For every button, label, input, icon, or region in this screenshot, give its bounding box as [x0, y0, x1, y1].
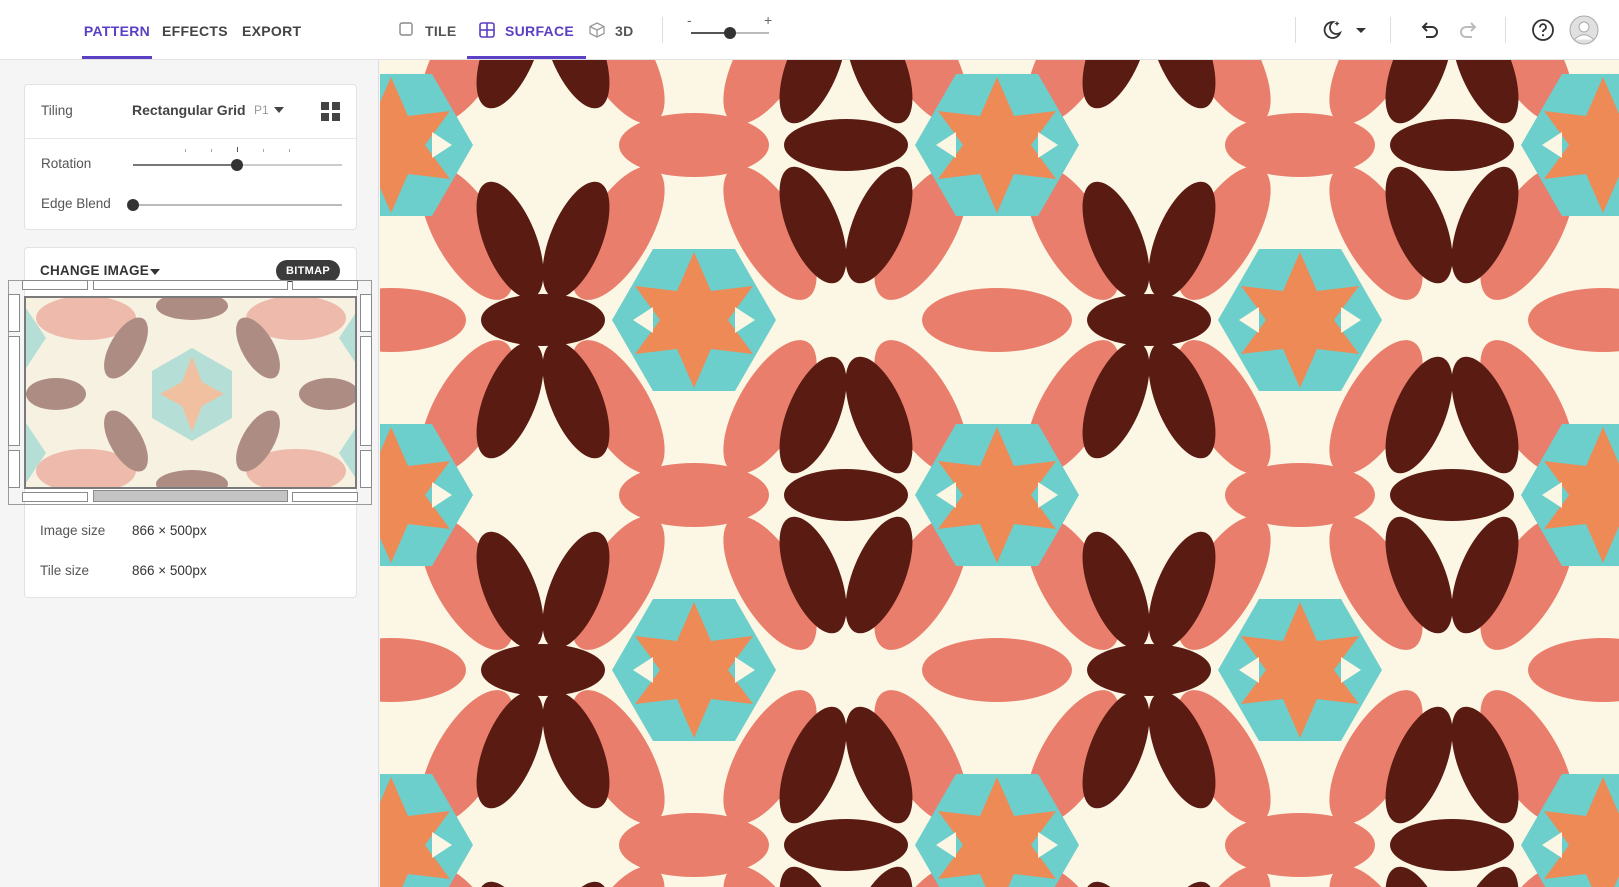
- crop-handle-bottom[interactable]: [93, 490, 288, 502]
- tile-size-label: Tile size: [40, 563, 90, 578]
- crop-handle-right-bottom[interactable]: [360, 450, 372, 488]
- undo-icon[interactable]: [1415, 16, 1443, 44]
- crop-handle-top-right[interactable]: [292, 280, 358, 290]
- tab-export[interactable]: EXPORT: [242, 0, 301, 59]
- rotation-track-fill: [133, 164, 237, 166]
- rotation-tick-center: [237, 147, 238, 152]
- chevron-down-icon: [274, 107, 284, 113]
- view-tab-3d[interactable]: 3D: [589, 0, 634, 59]
- tile-size-value: 866 × 500px: [132, 563, 207, 578]
- square-outline-icon: [399, 22, 413, 36]
- app-root: PATTERN EFFECTS EXPORT Tiling Rectangula…: [0, 0, 1619, 887]
- rotation-thumb[interactable]: [231, 159, 243, 171]
- zoom-out-button[interactable]: -: [687, 12, 692, 28]
- tiling-value: Rectangular Grid: [132, 102, 246, 118]
- sidebar: PATTERN EFFECTS EXPORT Tiling Rectangula…: [0, 0, 379, 887]
- surface-pattern: [380, 60, 1619, 887]
- view-tab-tile-label: TILE: [425, 23, 457, 39]
- edge-blend-thumb[interactable]: [127, 199, 139, 211]
- zoom-in-button[interactable]: +: [764, 12, 772, 28]
- rotation-tick: [289, 149, 290, 152]
- image-size-label: Image size: [40, 523, 106, 538]
- crop-handle-top-left[interactable]: [22, 280, 88, 290]
- tiling-symmetry: P1: [254, 103, 269, 117]
- pattern-canvas[interactable]: [380, 60, 1619, 887]
- view-tab-tile[interactable]: TILE: [399, 0, 457, 59]
- redo-icon[interactable]: [1455, 16, 1483, 44]
- rotation-label: Rotation: [41, 156, 92, 171]
- cube-icon: [589, 22, 605, 38]
- crop-handle-right[interactable]: [360, 336, 372, 446]
- rotation-tick: [211, 149, 212, 152]
- view-tab-surface-label: SURFACE: [505, 23, 574, 39]
- bitmap-badge: BITMAP: [276, 260, 340, 282]
- tiling-card: Tiling Rectangular Grid P1 Rotation Edge…: [24, 84, 357, 230]
- image-size-value: 866 × 500px: [132, 523, 207, 538]
- crop-handle-bottom-right[interactable]: [292, 492, 358, 502]
- grid-quad-icon: [479, 22, 495, 38]
- help-icon[interactable]: [1529, 16, 1557, 44]
- toolbar-divider: [1505, 17, 1506, 43]
- top-toolbar: TILE SURFACE 3D - +: [379, 0, 1619, 60]
- tile-grid-icon[interactable]: [321, 102, 340, 121]
- sidebar-tabs: PATTERN EFFECTS EXPORT: [0, 0, 379, 60]
- change-image-label: CHANGE IMAGE: [40, 263, 149, 278]
- crop-handle-left[interactable]: [8, 336, 20, 446]
- view-tab-3d-label: 3D: [615, 23, 634, 39]
- edge-blend-label: Edge Blend: [41, 196, 111, 211]
- tile-preview-image: [24, 296, 357, 489]
- toolbar-divider: [1295, 17, 1296, 43]
- crop-handle-right-top[interactable]: [360, 294, 372, 332]
- crop-handle-left-top[interactable]: [8, 294, 20, 332]
- chevron-down-icon: [150, 269, 160, 275]
- rotation-tick: [185, 149, 186, 152]
- chevron-down-icon[interactable]: [1347, 16, 1375, 44]
- crop-handle-bottom-left[interactable]: [22, 492, 88, 502]
- tab-pattern[interactable]: PATTERN: [82, 0, 152, 59]
- tile-preview-pattern: [26, 298, 355, 487]
- user-avatar-icon[interactable]: [1569, 15, 1599, 45]
- crop-handle-top[interactable]: [93, 280, 288, 290]
- tab-effects[interactable]: EFFECTS: [162, 0, 228, 59]
- view-tab-surface[interactable]: SURFACE: [467, 0, 586, 59]
- toolbar-divider: [662, 17, 663, 43]
- edge-blend-track: [133, 204, 342, 206]
- theme-moon-icon[interactable]: [1318, 16, 1346, 44]
- rotation-tick: [263, 149, 264, 152]
- toolbar-divider: [1390, 17, 1391, 43]
- card-divider: [25, 138, 356, 139]
- zoom-thumb[interactable]: [724, 27, 736, 39]
- tiling-label: Tiling: [41, 103, 73, 118]
- crop-handle-left-bottom[interactable]: [8, 450, 20, 488]
